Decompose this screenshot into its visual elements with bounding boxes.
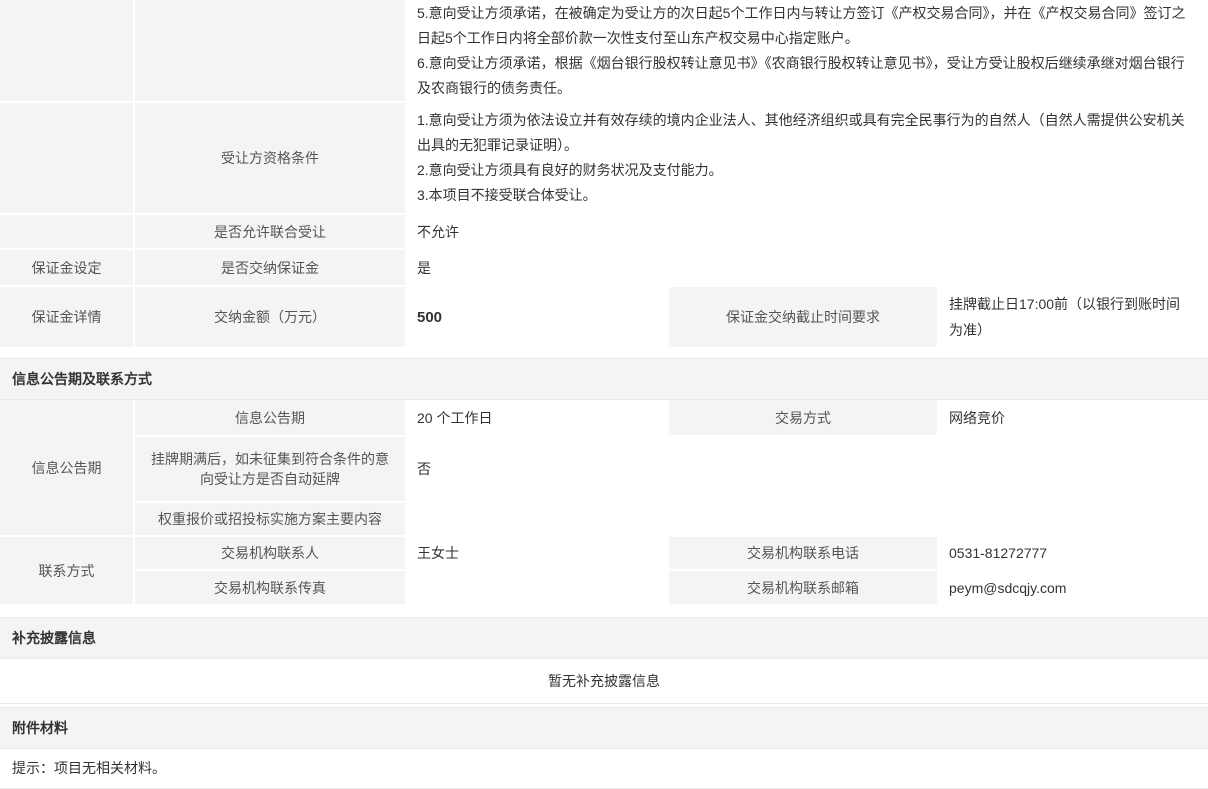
group-cell-deposit-detail: 保证金详情 [0, 287, 135, 349]
label-cell-contact-email: 交易机构联系邮箱 [669, 571, 937, 606]
value-cell-contact-fax [405, 571, 669, 606]
label-cell-qualification: 受让方资格条件 [135, 103, 405, 215]
value-cell-qualification: 1.意向受让方须为依法设立并有效存续的境内企业法人、其他经济组织或具有完全民事行… [405, 103, 1208, 215]
value-cell-weighted-quote [405, 503, 1208, 537]
section-title-announcement: 信息公告期及联系方式 [0, 359, 1208, 400]
section-announcement-and-contact: 信息公告期及联系方式 信息公告期 信息公告期 20 个工作日 交易方式 网络竞价… [0, 358, 1208, 606]
value-cell-deposit-required: 是 [405, 250, 1208, 287]
commitment-item-6: 6.意向受让方须承诺，根据《烟台银行股权转让意见书》《农商银行股权转让意见书》，… [417, 51, 1194, 101]
label-cell-contact-person: 交易机构联系人 [135, 537, 405, 571]
group-cell-deposit-setting: 保证金设定 [0, 250, 135, 287]
commitment-item-5: 5.意向受让方须承诺，在被确定为受让方的次日起5个工作日内与转让方签订《产权交易… [417, 1, 1194, 51]
table-row-joint-transfer: 是否允许联合受让 不允许 [0, 215, 1208, 250]
group-cell-empty [0, 103, 135, 215]
group-cell-announcement-period: 信息公告期 [0, 400, 135, 537]
value-cell-deposit-amount: 500 [405, 287, 669, 349]
value-cell-contact-person: 王女士 [405, 537, 669, 571]
value-cell-contact-email: peym@sdcqjy.com [937, 571, 1208, 606]
announcement-contact-table: 信息公告期 信息公告期 20 个工作日 交易方式 网络竞价 挂牌期满后，如未征集… [0, 400, 1208, 606]
value-cell-commitments: 5.意向受让方须承诺，在被确定为受让方的次日起5个工作日内与转让方签订《产权交易… [405, 0, 1208, 103]
value-cell-joint-transfer: 不允许 [405, 215, 1208, 250]
label-cell-auto-extend: 挂牌期满后，如未征集到符合条件的意向受让方是否自动延牌 [135, 437, 405, 503]
supplementary-empty-text: 暂无补充披露信息 [0, 659, 1208, 704]
label-cell-trade-method: 交易方式 [669, 400, 937, 437]
deposit-deadline-value: 挂牌截止日17:00前（以银行到账时间为准） [949, 287, 1194, 347]
value-cell-auto-extend: 否 [405, 437, 1208, 503]
label-cell-deposit-required: 是否交纳保证金 [135, 250, 405, 287]
group-cell-empty [0, 215, 135, 250]
section-title-supplementary: 补充披露信息 [0, 618, 1208, 659]
label-cell-contact-phone: 交易机构联系电话 [669, 537, 937, 571]
table-row-auto-extend: 挂牌期满后，如未征集到符合条件的意向受让方是否自动延牌 否 [0, 437, 1208, 503]
label-cell-empty [135, 0, 405, 103]
deposit-amount-value: 500 [417, 309, 442, 326]
table-row-deposit-detail: 保证金详情 交纳金额（万元） 500 保证金交纳截止时间要求 挂牌截止日17:0… [0, 287, 1208, 349]
table-row-deposit-setting: 保证金设定 是否交纳保证金 是 [0, 250, 1208, 287]
attachments-note: 提示：项目无相关材料。 [0, 749, 1208, 789]
table-row-commitments-continued: 5.意向受让方须承诺，在被确定为受让方的次日起5个工作日内与转让方签订《产权交易… [0, 0, 1208, 103]
table-row-weighted-quote: 权重报价或招投标实施方案主要内容 [0, 503, 1208, 537]
section-attachments: 附件材料 提示：项目无相关材料。 [0, 707, 1208, 789]
label-cell-deposit-deadline: 保证金交纳截止时间要求 [669, 287, 937, 349]
value-cell-period: 20 个工作日 [405, 400, 669, 437]
group-cell-contact: 联系方式 [0, 537, 135, 606]
value-cell-deposit-deadline: 挂牌截止日17:00前（以银行到账时间为准） [937, 287, 1208, 349]
table-row-contact-fax: 交易机构联系传真 交易机构联系邮箱 peym@sdcqjy.com [0, 571, 1208, 606]
label-cell-contact-fax: 交易机构联系传真 [135, 571, 405, 606]
value-cell-contact-phone: 0531-81272777 [937, 537, 1208, 571]
section-supplementary-disclosure: 补充披露信息 暂无补充披露信息 [0, 617, 1208, 704]
label-cell-period: 信息公告期 [135, 400, 405, 437]
label-cell-weighted-quote: 权重报价或招投标实施方案主要内容 [135, 503, 405, 537]
table-row-contact-person: 联系方式 交易机构联系人 王女士 交易机构联系电话 0531-81272777 [0, 537, 1208, 571]
section-title-attachments: 附件材料 [0, 708, 1208, 749]
table-row-qualification: 受让方资格条件 1.意向受让方须为依法设立并有效存续的境内企业法人、其他经济组织… [0, 103, 1208, 215]
qualification-item-1: 1.意向受让方须为依法设立并有效存续的境内企业法人、其他经济组织或具有完全民事行… [417, 108, 1194, 158]
group-cell-empty [0, 0, 135, 103]
label-cell-joint-transfer: 是否允许联合受让 [135, 215, 405, 250]
label-cell-deposit-amount: 交纳金额（万元） [135, 287, 405, 349]
qualification-item-3: 3.本项目不接受联合体受让。 [417, 183, 1194, 208]
value-cell-trade-method: 网络竞价 [937, 400, 1208, 437]
transferee-conditions-table: 5.意向受让方须承诺，在被确定为受让方的次日起5个工作日内与转让方签订《产权交易… [0, 0, 1208, 349]
qualification-item-2: 2.意向受让方须具有良好的财务状况及支付能力。 [417, 158, 1194, 183]
table-row-announcement-period: 信息公告期 信息公告期 20 个工作日 交易方式 网络竞价 [0, 400, 1208, 437]
